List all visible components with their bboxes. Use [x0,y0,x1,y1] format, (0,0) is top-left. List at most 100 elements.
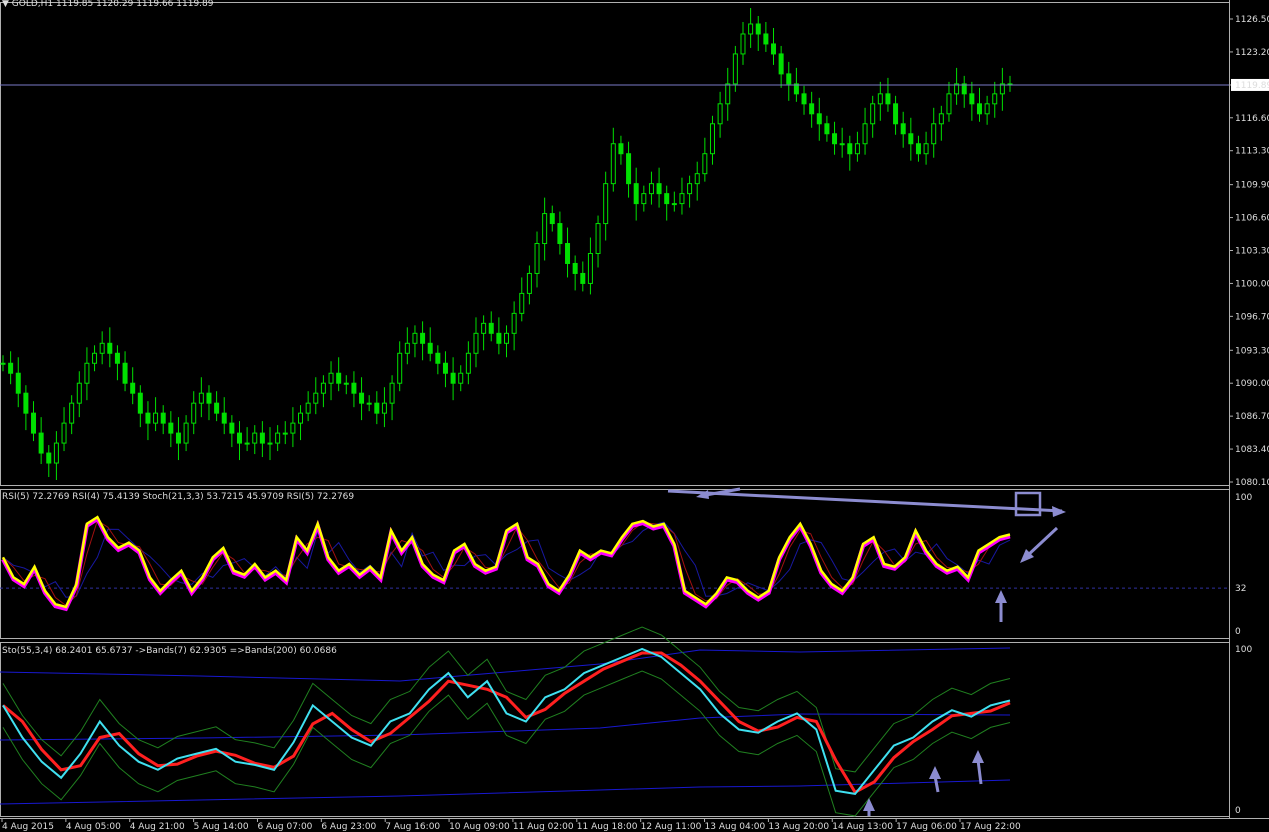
candle-body [442,362,448,374]
sto-main-line [2,647,1011,795]
osc1-tick-label: 32 [1235,584,1246,594]
arrow-up-icon [929,766,941,779]
candle-body [618,143,624,155]
candle-body [343,382,349,385]
candle-body [656,183,662,195]
candle-body [893,103,899,125]
candle-body [862,123,868,145]
osc2-header: Sto(55,3,4) 68.2401 65.6737 ->Bands(7) 6… [2,646,337,656]
candle-body [488,322,494,334]
time-tick-label: 4 Aug 2015 [2,822,54,832]
candle-body [122,362,128,384]
candle-body [481,322,487,334]
candle-body [626,153,632,185]
candle-body [153,412,159,424]
candle-body [412,332,418,344]
price-tick-label: 1103.30 [1235,247,1269,257]
time-tick-label: 12 Aug 11:00 [641,822,702,832]
candle-body [984,103,990,115]
candle-body [923,143,929,155]
candle-body [46,452,52,464]
candle-body [885,93,891,105]
candle-body [648,183,654,195]
candle-body [595,223,601,254]
candle-body [877,93,883,105]
candle-body [717,103,723,125]
candle-body [397,352,403,384]
time-tick-label: 17 Aug 06:00 [896,822,957,832]
candle-body [969,93,975,105]
osc1-tick-label: 100 [1235,493,1252,503]
candle-body [900,123,906,135]
osc1-tick-label: 0 [1235,627,1241,637]
candle-body [259,432,265,444]
candle-body [496,332,502,344]
candle-body [832,133,838,145]
time-tick-label: 10 Aug 09:00 [449,822,510,832]
candle-body [610,143,616,185]
candle-body [786,73,792,85]
candle-body [145,412,151,424]
candle-body [725,83,731,105]
candle-body [801,93,807,105]
chart-header: ▼ GOLD,H1 1119.85 1120.29 1119.66 1119.8… [2,0,213,9]
candle-body [374,402,380,414]
candle-body [732,53,738,85]
candle-body [298,412,304,424]
candle-body [809,103,815,115]
price-tick-label: 1123.20 [1235,48,1269,58]
candle-body [275,432,281,444]
candle-body [191,402,197,424]
candle-body [53,442,59,464]
candle-body [687,183,693,195]
candle-body [313,392,319,404]
sto-signal-line [2,651,1011,795]
candle-body [114,352,120,364]
price-tick-label: 1086.70 [1235,412,1269,422]
candle-body [931,123,937,145]
osc2-tick-label: 0 [1235,806,1241,816]
candle-body [534,243,540,274]
candle-body [229,422,235,434]
candle-body [565,243,571,264]
bands200-middle [0,713,1011,741]
candle-body [870,103,876,125]
arrow-annotation-diag [1025,526,1059,558]
candle-body [15,372,21,394]
candle-body [671,203,677,206]
candle-body [137,392,143,414]
candle-body [519,292,525,314]
chart-menu-icon[interactable]: ▼ [2,0,9,9]
candle-body [526,272,532,294]
bands7-lower [2,670,1011,817]
candle-body [854,143,860,155]
candle-body [763,33,769,45]
candle-body [976,103,982,115]
candle-body [168,422,174,434]
candle-body [511,312,517,334]
time-tick-label: 11 Aug 18:00 [577,822,638,832]
price-tick-label: 1100.00 [1235,279,1269,289]
candle-body [580,272,586,284]
candle-body [244,442,250,445]
square-marker-annotation [1014,491,1042,517]
candle-body [427,342,433,354]
candle-body [0,362,6,365]
candle-body [221,412,227,424]
candle-body [572,262,578,274]
candle-body [130,382,136,394]
candle-body [206,392,212,404]
time-tick-label: 13 Aug 20:00 [768,822,829,832]
candle-body [305,402,311,414]
candle-body [771,43,777,55]
candle-body [702,153,708,175]
symbol-label: GOLD,H1 [11,0,54,9]
candle-body [198,392,204,404]
time-tick-label: 13 Aug 04:00 [705,822,766,832]
candle-body [450,372,456,384]
candle-body [351,382,357,394]
osc2-tick-label: 100 [1235,645,1252,655]
candle-body [381,402,387,414]
candle-body [694,173,700,185]
candle-body [816,113,822,125]
